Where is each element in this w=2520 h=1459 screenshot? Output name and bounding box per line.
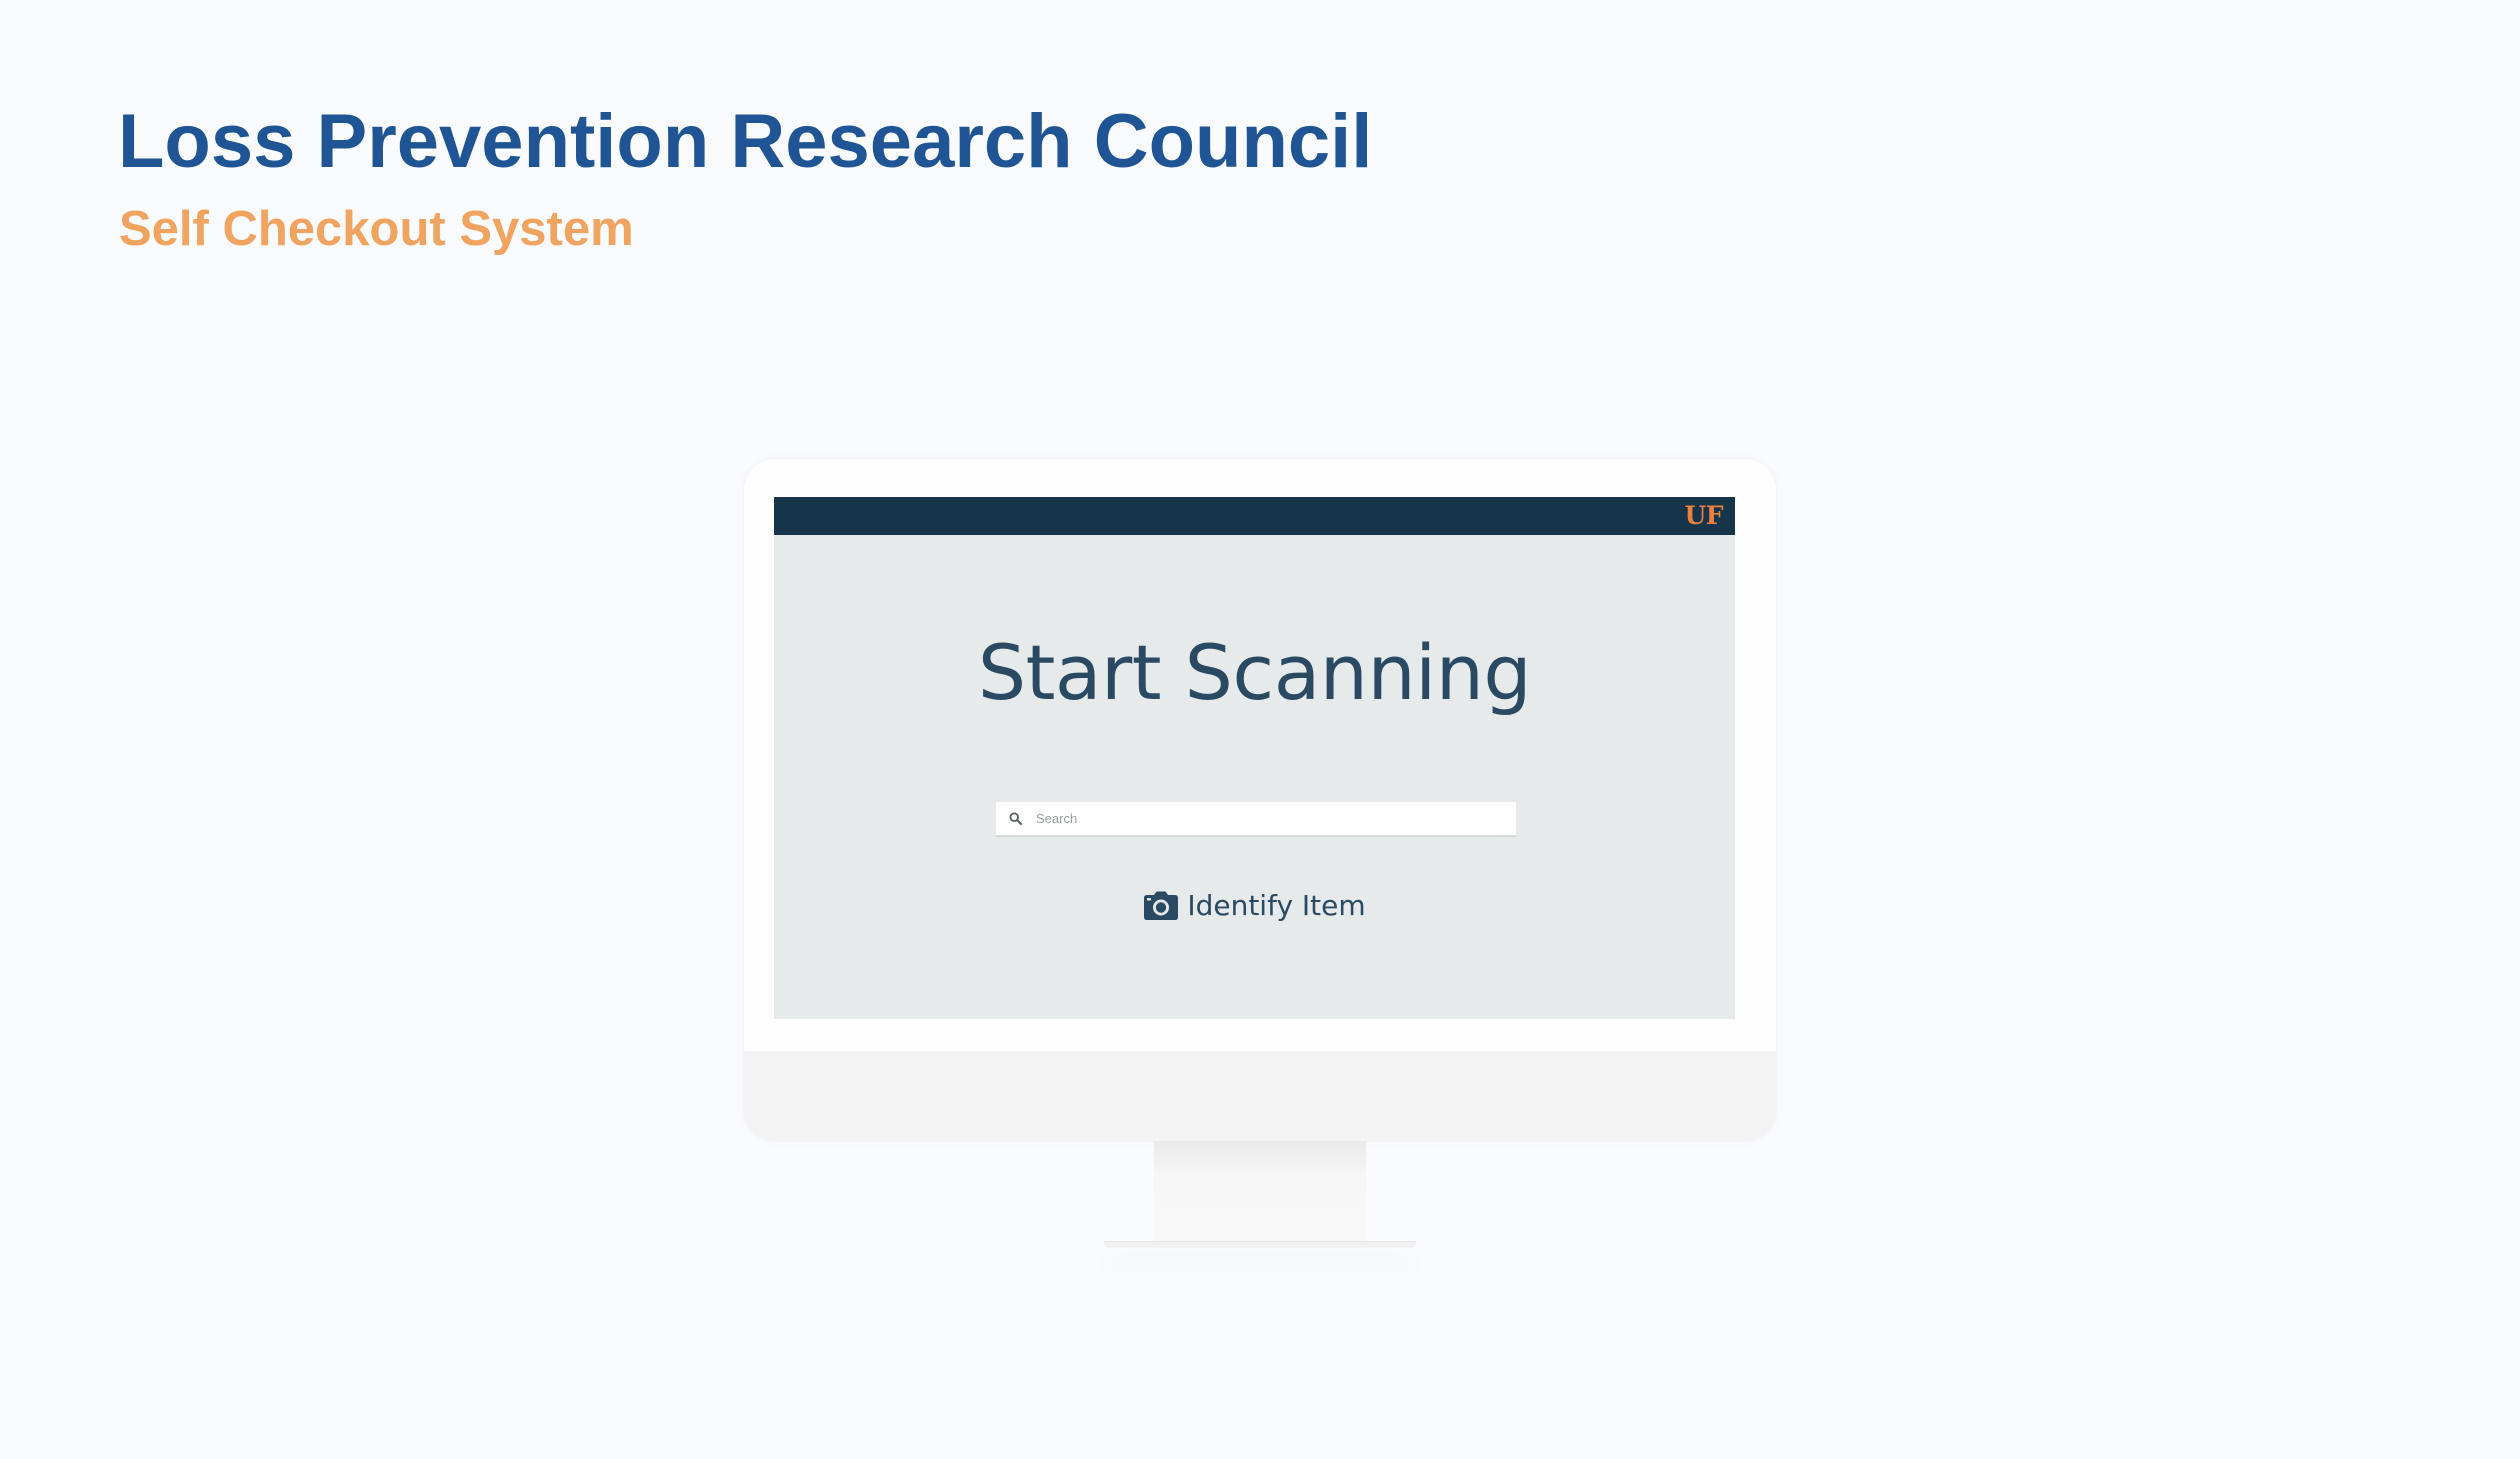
kiosk-screen: UF Start Scanning Identify Item xyxy=(774,497,1735,1019)
camera-icon xyxy=(1143,891,1179,921)
monitor-chin xyxy=(744,1051,1776,1141)
start-scanning-heading: Start Scanning xyxy=(977,628,1532,717)
monitor-stand xyxy=(1154,1141,1366,1243)
page-subtitle: Self Checkout System xyxy=(119,202,634,256)
search-bar[interactable] xyxy=(996,802,1516,837)
search-input[interactable] xyxy=(1034,810,1508,827)
uf-logo: UF xyxy=(1684,501,1723,530)
screen-topbar: UF xyxy=(774,497,1735,535)
search-icon xyxy=(1008,811,1024,827)
page-title: Loss Prevention Research Council xyxy=(118,99,1373,184)
monitor-foot xyxy=(1104,1241,1416,1248)
identify-item-label: Identify Item xyxy=(1187,889,1366,922)
identify-item-button[interactable]: Identify Item xyxy=(774,889,1735,923)
